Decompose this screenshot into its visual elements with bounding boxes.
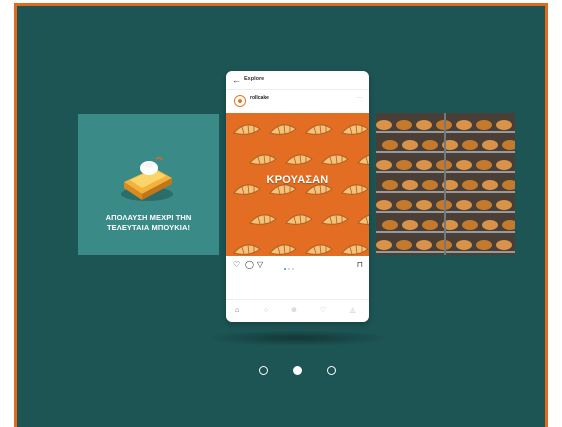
- profile-icon[interactable]: ◬: [350, 306, 355, 316]
- bottom-nav: ⌂ ○ ⊕ ♡ ◬: [226, 299, 369, 322]
- activity-icon[interactable]: ♡: [320, 306, 326, 316]
- post-image[interactable]: ΚΡΟΥΑΣΑΝ: [226, 113, 369, 256]
- home-icon[interactable]: ⌂: [235, 306, 239, 316]
- back-arrow-icon[interactable]: ←: [232, 75, 241, 85]
- pager-dot-3[interactable]: [327, 366, 336, 375]
- save-icon[interactable]: ⊓: [357, 260, 363, 270]
- post-title: ΚΡΟΥΑΣΑΝ: [266, 174, 329, 186]
- post-header: rollcake ···: [226, 92, 369, 112]
- share-icon[interactable]: ▽: [257, 260, 263, 270]
- pastry-illustration: [121, 156, 173, 201]
- carousel-pager: [255, 366, 345, 378]
- post-actions: ♡ ◯ ▽ ⊓: [233, 260, 363, 270]
- left-card-caption: ΑΠΟΛΑΥΣΗ ΜΕΧΡΙ ΤΗΝ ΤΕΛΕΥΤΑΙΑ ΜΠΟΥΚΙΑ!: [78, 213, 219, 233]
- search-icon[interactable]: ○: [264, 306, 268, 316]
- carousel-card-left[interactable]: ΑΠΟΛΑΥΣΗ ΜΕΧΡΙ ΤΗΝ ΤΕΛΕΥΤΑΙΑ ΜΠΟΥΚΙΑ!: [78, 114, 219, 255]
- like-icon[interactable]: ♡: [233, 260, 240, 270]
- avatar[interactable]: [234, 95, 246, 107]
- carousel-card-right[interactable]: [376, 113, 515, 255]
- more-options-icon[interactable]: ···: [356, 95, 362, 101]
- comment-icon[interactable]: ◯: [245, 260, 254, 270]
- bakery-racks-photo: [376, 113, 515, 255]
- left-card-line1: ΑΠΟΛΑΥΣΗ ΜΕΧΡΙ ΤΗΝ: [105, 213, 192, 222]
- pager-dot-1[interactable]: [259, 366, 268, 375]
- add-post-icon[interactable]: ⊕: [291, 306, 297, 316]
- pager-dot-2[interactable]: [293, 366, 302, 375]
- left-card-line2: ΤΕΛΕΥΤΑΙΑ ΜΠΟΥΚΙΑ!: [106, 223, 191, 232]
- phone-header: ← Explore: [226, 71, 369, 90]
- username[interactable]: rollcake: [250, 95, 269, 101]
- header-title: Explore: [244, 76, 265, 82]
- phone-shadow: [205, 330, 391, 346]
- phone-mockup[interactable]: ← Explore rollcake ··· ΚΡΟΥΑΣΑΝ ♡ ◯ ▽ ⊓ …: [226, 71, 369, 322]
